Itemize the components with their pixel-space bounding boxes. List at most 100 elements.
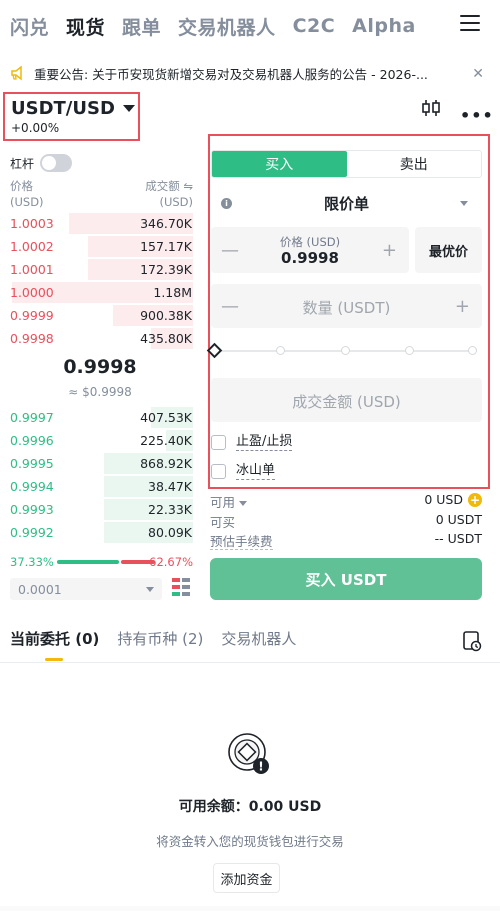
ask-row[interactable]: 1.0003 346.70K xyxy=(0,212,200,235)
top-nav: 闪兑 现货 跟单 交易机器人 C2C Alpha xyxy=(0,0,500,52)
announcement-text[interactable]: 重要公告: 关于币安现货新增交易对及交易机器人服务的公告 - 2026-... xyxy=(34,64,464,83)
tab-alpha[interactable]: Alpha xyxy=(352,15,416,37)
buy-ratio-bar xyxy=(57,560,119,564)
mid-fiat-price: ≈ $0.9998 xyxy=(68,385,132,399)
ask-price[interactable]: 1.0000 xyxy=(0,285,54,300)
buy-ratio: 37.33% xyxy=(10,555,54,569)
bid-price[interactable]: 0.9994 xyxy=(0,479,54,494)
empty-balance-title: 可用余额：0.00 USD xyxy=(178,799,322,815)
empty-wallet-icon: ! xyxy=(228,733,269,774)
fee-label[interactable]: 预估手续费 xyxy=(210,534,273,550)
tpsl-checkbox[interactable] xyxy=(211,434,226,450)
amount-unit: (USD) xyxy=(159,195,193,209)
bid-row[interactable]: 0.9995 868.92K xyxy=(0,452,200,475)
bid-price[interactable]: 0.9992 xyxy=(0,525,54,540)
bid-amount: 225.40K xyxy=(140,433,192,448)
price-label: 价格 (USD) xyxy=(279,235,341,249)
tab-buy[interactable]: 买入 xyxy=(212,151,347,177)
ask-price[interactable]: 1.0003 xyxy=(0,216,54,231)
mid-price[interactable]: 0.9998 xyxy=(0,356,200,378)
tab-copy-trading[interactable]: 跟单 xyxy=(122,13,161,40)
announcement-bar[interactable]: 重要公告: 关于币安现货新增交易对及交易机器人服务的公告 - 2026-... … xyxy=(0,54,500,92)
available-row: 可用 0 USD + xyxy=(210,492,482,510)
leverage-row: 杠杆 xyxy=(10,154,73,172)
iceberg-label[interactable]: 冰山单 xyxy=(236,463,276,480)
slider-step-75[interactable] xyxy=(405,346,414,355)
precision-select[interactable]: 0.0001 xyxy=(10,578,162,600)
ask-row[interactable]: 1.0001 172.39K xyxy=(0,258,200,281)
bid-amount: 868.92K xyxy=(140,456,192,471)
ask-row[interactable]: 0.9998 435.80K xyxy=(0,327,200,350)
caret-down-icon[interactable] xyxy=(239,501,248,506)
iceberg-option[interactable]: 冰山单 xyxy=(211,461,276,481)
bid-price[interactable]: 0.9993 xyxy=(0,502,54,517)
bid-row[interactable]: 0.9994 38.47K xyxy=(0,475,200,498)
best-price-button[interactable]: 最优价 xyxy=(415,227,482,273)
bid-row[interactable]: 0.9992 80.09K xyxy=(0,521,200,544)
close-icon[interactable]: ✕ xyxy=(472,66,484,82)
slider-step-100[interactable] xyxy=(468,346,477,355)
caret-down-icon[interactable] xyxy=(122,105,135,112)
slider-step-25[interactable] xyxy=(276,346,285,355)
quantity-increment-button[interactable]: + xyxy=(455,284,470,328)
iceberg-checkbox[interactable] xyxy=(211,463,226,479)
hamburger-menu-icon[interactable] xyxy=(460,15,480,33)
bid-price[interactable]: 0.9995 xyxy=(0,456,54,471)
active-tab-indicator xyxy=(45,658,63,661)
tpsl-option[interactable]: 止盈/止损 xyxy=(211,432,293,452)
ask-amount: 435.80K xyxy=(140,331,192,346)
slider-step-50[interactable] xyxy=(341,346,350,355)
tpsl-label[interactable]: 止盈/止损 xyxy=(236,434,293,451)
more-options-icon[interactable]: ••• xyxy=(460,106,494,125)
order-type-select[interactable]: i 限价单 xyxy=(211,190,482,216)
total-input[interactable]: 成交金额 (USD) xyxy=(211,378,482,422)
leverage-toggle[interactable] xyxy=(40,154,73,172)
precision-value: 0.0001 xyxy=(18,581,62,597)
tab-c2c[interactable]: C2C xyxy=(293,15,336,37)
bottom-bar xyxy=(0,906,500,911)
tab-flash-swap[interactable]: 闪兑 xyxy=(10,13,49,40)
ask-price[interactable]: 1.0002 xyxy=(0,239,54,254)
ask-amount: 900.38K xyxy=(140,308,192,323)
tab-trading-bots[interactable]: 交易机器人 xyxy=(178,13,276,40)
bid-row[interactable]: 0.9996 225.40K xyxy=(0,429,200,452)
leverage-label: 杠杆 xyxy=(10,156,35,171)
divider xyxy=(0,662,500,663)
bid-row[interactable]: 0.9997 407.53K xyxy=(0,406,200,429)
ask-price[interactable]: 1.0001 xyxy=(0,262,54,277)
info-icon[interactable]: i xyxy=(221,198,232,209)
ask-row[interactable]: 0.9999 900.38K xyxy=(0,304,200,327)
available-label[interactable]: 可用 xyxy=(210,495,235,510)
tab-holdings[interactable]: 持有币种 (2) xyxy=(117,628,203,654)
side-tabs: 买入 卖出 xyxy=(211,150,482,178)
ask-price[interactable]: 0.9999 xyxy=(0,308,54,323)
ask-row[interactable]: 1.0000 1.18M xyxy=(0,281,200,304)
ask-row[interactable]: 1.0002 157.17K xyxy=(0,235,200,258)
price-increment-button[interactable]: + xyxy=(382,227,397,273)
amount-header[interactable]: 成交额 ⇋ xyxy=(145,178,193,194)
available-value: 0 USD xyxy=(424,492,463,507)
bid-amount: 407.53K xyxy=(140,410,192,425)
pair-name[interactable]: USDT/USD xyxy=(11,98,115,119)
buy-submit-button[interactable]: 买入 USDT xyxy=(210,558,482,600)
candlestick-chart-icon[interactable] xyxy=(420,98,442,118)
pair-selector[interactable]: USDT/USD +0.00% xyxy=(3,92,140,141)
bid-row[interactable]: 0.9993 22.33K xyxy=(0,498,200,521)
orderbook-layout-icon[interactable] xyxy=(172,578,190,596)
add-funds-plus-icon[interactable]: + xyxy=(468,492,482,507)
tab-spot[interactable]: 现货 xyxy=(66,13,105,40)
bid-price[interactable]: 0.9996 xyxy=(0,433,54,448)
amount-slider[interactable] xyxy=(206,342,477,359)
total-placeholder: 成交金额 (USD) xyxy=(292,393,401,411)
add-funds-button[interactable]: 添加资金 xyxy=(213,863,280,893)
bid-price[interactable]: 0.9997 xyxy=(0,410,54,425)
tab-open-orders[interactable]: 当前委托 (0) xyxy=(10,628,99,654)
tab-sell[interactable]: 卖出 xyxy=(347,151,482,177)
ask-price[interactable]: 0.9998 xyxy=(0,331,54,346)
order-history-icon[interactable] xyxy=(462,630,482,652)
quantity-input[interactable]: — 数量 (USDT) + xyxy=(211,284,482,328)
price-value[interactable]: 0.9998 xyxy=(211,249,409,267)
ask-amount: 346.70K xyxy=(140,216,192,231)
tab-bots[interactable]: 交易机器人 xyxy=(221,628,296,654)
price-input[interactable]: — 价格 (USD) 0.9998 + xyxy=(211,227,409,273)
